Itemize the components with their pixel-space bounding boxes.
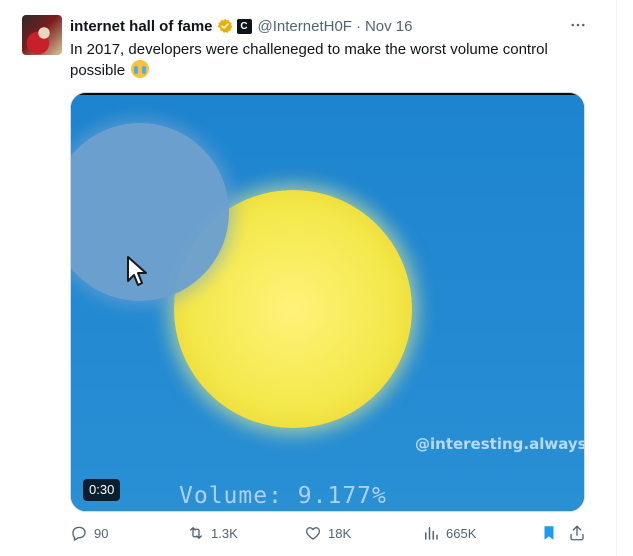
mouse-cursor-icon [127,256,147,286]
separator-dot: · [355,17,361,35]
video-watermark: @interesting.always [415,435,585,453]
views-button[interactable]: 665K [422,524,476,542]
tweet-card: internet hall of fame C @InternetH0F · N… [0,0,617,556]
like-button[interactable]: 18K [304,524,351,542]
tweet-header: internet hall of fame C @InternetH0F · N… [70,16,413,36]
tweet-date[interactable]: Nov 16 [365,18,413,35]
share-icon [570,525,584,541]
repost-button[interactable]: 1.3K [187,524,238,542]
volume-text: Volume: 9.177% [179,483,387,509]
reply-icon [72,526,86,541]
author-handle[interactable]: @InternetH0F [258,18,352,35]
like-count: 18K [328,525,352,541]
views-count: 665K [446,525,477,541]
verified-badge-icon [217,18,233,34]
reply-count: 90 [94,525,109,541]
bookmark-icon [544,526,554,540]
tweet-actions: 90 1.3K 18K 665K [70,522,590,546]
avatar[interactable] [22,15,62,55]
video-player[interactable]: @interesting.always Volume: 9.177% 0:30 [70,92,585,512]
loudly-crying-face-icon [131,60,150,78]
share-button[interactable] [568,524,586,542]
views-chart-icon [425,527,438,540]
repost-icon [190,527,202,539]
repost-count: 1.3K [211,525,238,541]
affiliate-badge-icon: C [236,18,252,34]
author-name[interactable]: internet hall of fame [70,18,213,35]
video-duration: 0:30 [83,479,121,501]
reply-button[interactable]: 90 [70,524,108,542]
heart-icon [305,527,321,540]
more-options-icon[interactable] [567,14,589,36]
video-frame: @interesting.always Volume: 9.177% 0:30 [71,95,584,511]
tweet-text: In 2017, developers were challeneged to … [70,40,570,81]
bookmark-button[interactable] [540,524,558,542]
